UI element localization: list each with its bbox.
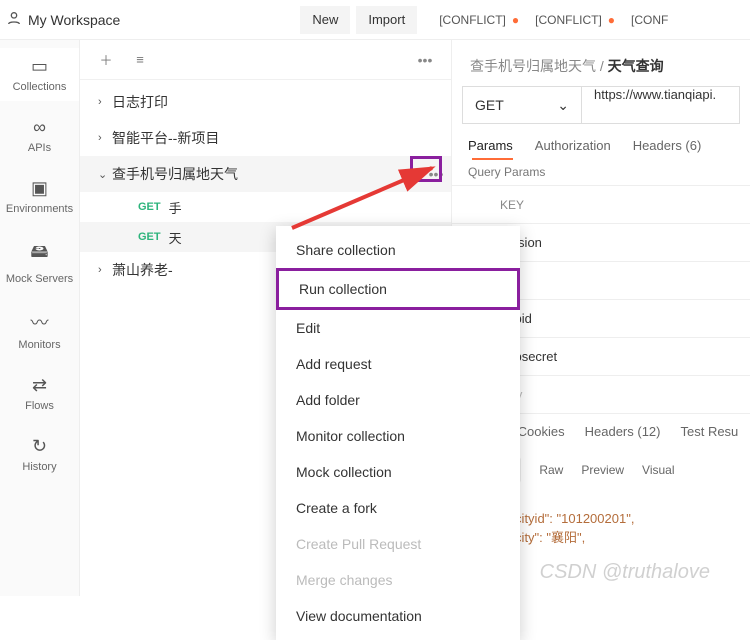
add-button[interactable]: ＋ xyxy=(94,48,118,72)
user-icon xyxy=(0,10,28,29)
star-icon[interactable]: ☆ xyxy=(408,166,421,183)
server-icon: 🖴 xyxy=(0,239,79,269)
flow-icon: ⇄ xyxy=(0,375,79,396)
column-header-key: KEY xyxy=(500,198,524,212)
collection-panel: ＋ ≡ ••• ›日志打印 ›智能平台--新项目 ⌄ 查手机号归属地天气 ☆ •… xyxy=(80,40,452,596)
menu-add-folder[interactable]: Add folder xyxy=(276,382,520,418)
view-visual[interactable]: Visual xyxy=(642,463,674,477)
import-button[interactable]: Import xyxy=(356,6,417,34)
chevron-down-icon: ⌄ xyxy=(557,97,569,114)
monitor-icon: 〰 xyxy=(0,309,79,335)
chevron-right-icon: › xyxy=(98,132,112,144)
collection-node[interactable]: ›日志打印 xyxy=(80,84,451,120)
response-tab-headers[interactable]: Headers (12) xyxy=(585,424,661,445)
tab-conflict-1[interactable]: [CONFLICT]● xyxy=(431,13,527,27)
collection-node-active[interactable]: ⌄ 查手机号归属地天气 ☆ ••• xyxy=(80,156,451,192)
sidebar-item-environments[interactable]: ▣Environments xyxy=(0,170,79,223)
menu-share-collection[interactable]: Share collection xyxy=(276,232,520,268)
view-preview[interactable]: Preview xyxy=(581,463,624,477)
filter-button[interactable]: ≡ xyxy=(128,48,152,72)
tab-conflict-3[interactable]: [CONF xyxy=(623,13,676,27)
menu-merge-changes: Merge changes xyxy=(276,562,520,598)
menu-create-fork[interactable]: Create a fork xyxy=(276,490,520,526)
menu-run-collection[interactable]: Run collection xyxy=(276,268,520,310)
sidebar-item-flows[interactable]: ⇄Flows xyxy=(0,367,79,420)
tab-authorization[interactable]: Authorization xyxy=(535,138,611,159)
chevron-right-icon: › xyxy=(98,264,112,276)
response-tab-cookies[interactable]: Cookies xyxy=(518,424,565,445)
menu-add-request[interactable]: Add request xyxy=(276,346,520,382)
breadcrumb: 查手机号归属地天气 / 天气查询 xyxy=(452,40,750,86)
menu-edit[interactable]: Edit xyxy=(276,310,520,346)
history-icon: ↻ xyxy=(0,436,79,457)
sidebar-item-collections[interactable]: ▭Collections xyxy=(0,48,79,101)
response-tab-test[interactable]: Test Resu xyxy=(680,424,738,445)
tab-params[interactable]: Params xyxy=(468,138,513,159)
left-sidebar: ▭Collections ∞APIs ▣Environments 🖴Mock S… xyxy=(0,40,80,596)
topbar: My Workspace New Import [CONFLICT]● [CON… xyxy=(0,0,750,40)
method-badge: GET xyxy=(138,231,161,243)
new-button[interactable]: New xyxy=(300,6,350,34)
unsaved-dot-icon: ● xyxy=(512,13,519,27)
request-item[interactable]: GET手 xyxy=(80,192,451,222)
collection-node[interactable]: ›智能平台--新项目 xyxy=(80,120,451,156)
collection-more-button[interactable]: ••• xyxy=(427,166,445,182)
page-title: 天气查询 xyxy=(608,58,664,74)
chevron-right-icon: › xyxy=(98,96,112,108)
sidebar-item-monitors[interactable]: 〰Monitors xyxy=(0,301,79,359)
menu-create-pr: Create Pull Request xyxy=(276,526,520,562)
menu-mock-collection[interactable]: Mock collection xyxy=(276,454,520,490)
sidebar-item-apis[interactable]: ∞APIs xyxy=(0,109,79,162)
method-select[interactable]: GET⌄ xyxy=(462,86,582,124)
tab-headers[interactable]: Headers (6) xyxy=(633,138,702,159)
tab-conflict-2[interactable]: [CONFLICT]● xyxy=(527,13,623,27)
menu-view-docs[interactable]: View documentation xyxy=(276,598,520,634)
sidebar-item-history[interactable]: ↻History xyxy=(0,428,79,481)
chevron-down-icon: ⌄ xyxy=(98,168,112,181)
unsaved-dot-icon: ● xyxy=(608,13,615,27)
method-badge: GET xyxy=(138,201,161,213)
sidebar-item-mock-servers[interactable]: 🖴Mock Servers xyxy=(0,231,79,293)
url-input[interactable]: https://www.tianqiapi. xyxy=(582,86,740,124)
env-icon: ▣ xyxy=(0,178,79,199)
open-tabs: [CONFLICT]● [CONFLICT]● [CONF xyxy=(431,13,676,27)
panel-more-button[interactable]: ••• xyxy=(413,52,437,68)
collection-context-menu: Share collection Run collection Edit Add… xyxy=(276,226,520,640)
api-icon: ∞ xyxy=(0,117,79,138)
query-params-title: Query Params xyxy=(452,165,750,185)
menu-monitor-collection[interactable]: Monitor collection xyxy=(276,418,520,454)
view-raw[interactable]: Raw xyxy=(539,463,563,477)
workspace-title[interactable]: My Workspace xyxy=(28,12,120,28)
folder-icon: ▭ xyxy=(0,56,79,77)
